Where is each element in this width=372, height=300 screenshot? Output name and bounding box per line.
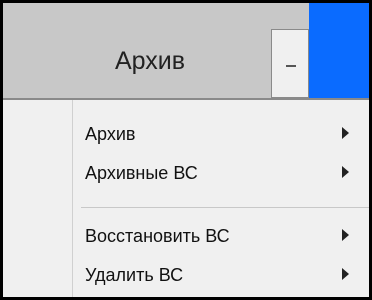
menu-separator xyxy=(81,207,369,208)
menu-item-label: Восстановить ВС xyxy=(85,226,230,246)
dropdown-button[interactable] xyxy=(271,29,309,98)
menu-item-label: Архивные ВС xyxy=(85,163,198,183)
menu-item-restore-vs[interactable]: Восстановить ВС xyxy=(74,218,369,252)
menu-item-delete-vs[interactable]: Удалить ВС xyxy=(74,257,369,291)
screenshot-frame: Архив Архив Архивные ВС Восстановить ВС … xyxy=(0,0,372,300)
menu-item-archived-vs[interactable]: Архивные ВС xyxy=(74,155,369,189)
menu-icon-column xyxy=(3,100,73,297)
menu-item-label: Архив xyxy=(85,124,136,144)
menu-item-archive[interactable]: Архив xyxy=(74,116,369,150)
minus-icon xyxy=(286,65,296,67)
menu-item-label: Удалить ВС xyxy=(85,265,184,285)
chevron-right-icon xyxy=(342,127,349,139)
header-bar: Архив xyxy=(3,3,369,100)
context-menu: Архив Архивные ВС Восстановить ВС Удалит… xyxy=(3,100,369,297)
accent-area xyxy=(309,3,369,98)
chevron-right-icon xyxy=(342,268,349,280)
chevron-right-icon xyxy=(342,166,349,178)
chevron-right-icon xyxy=(342,229,349,241)
header-title: Архив xyxy=(115,47,186,75)
